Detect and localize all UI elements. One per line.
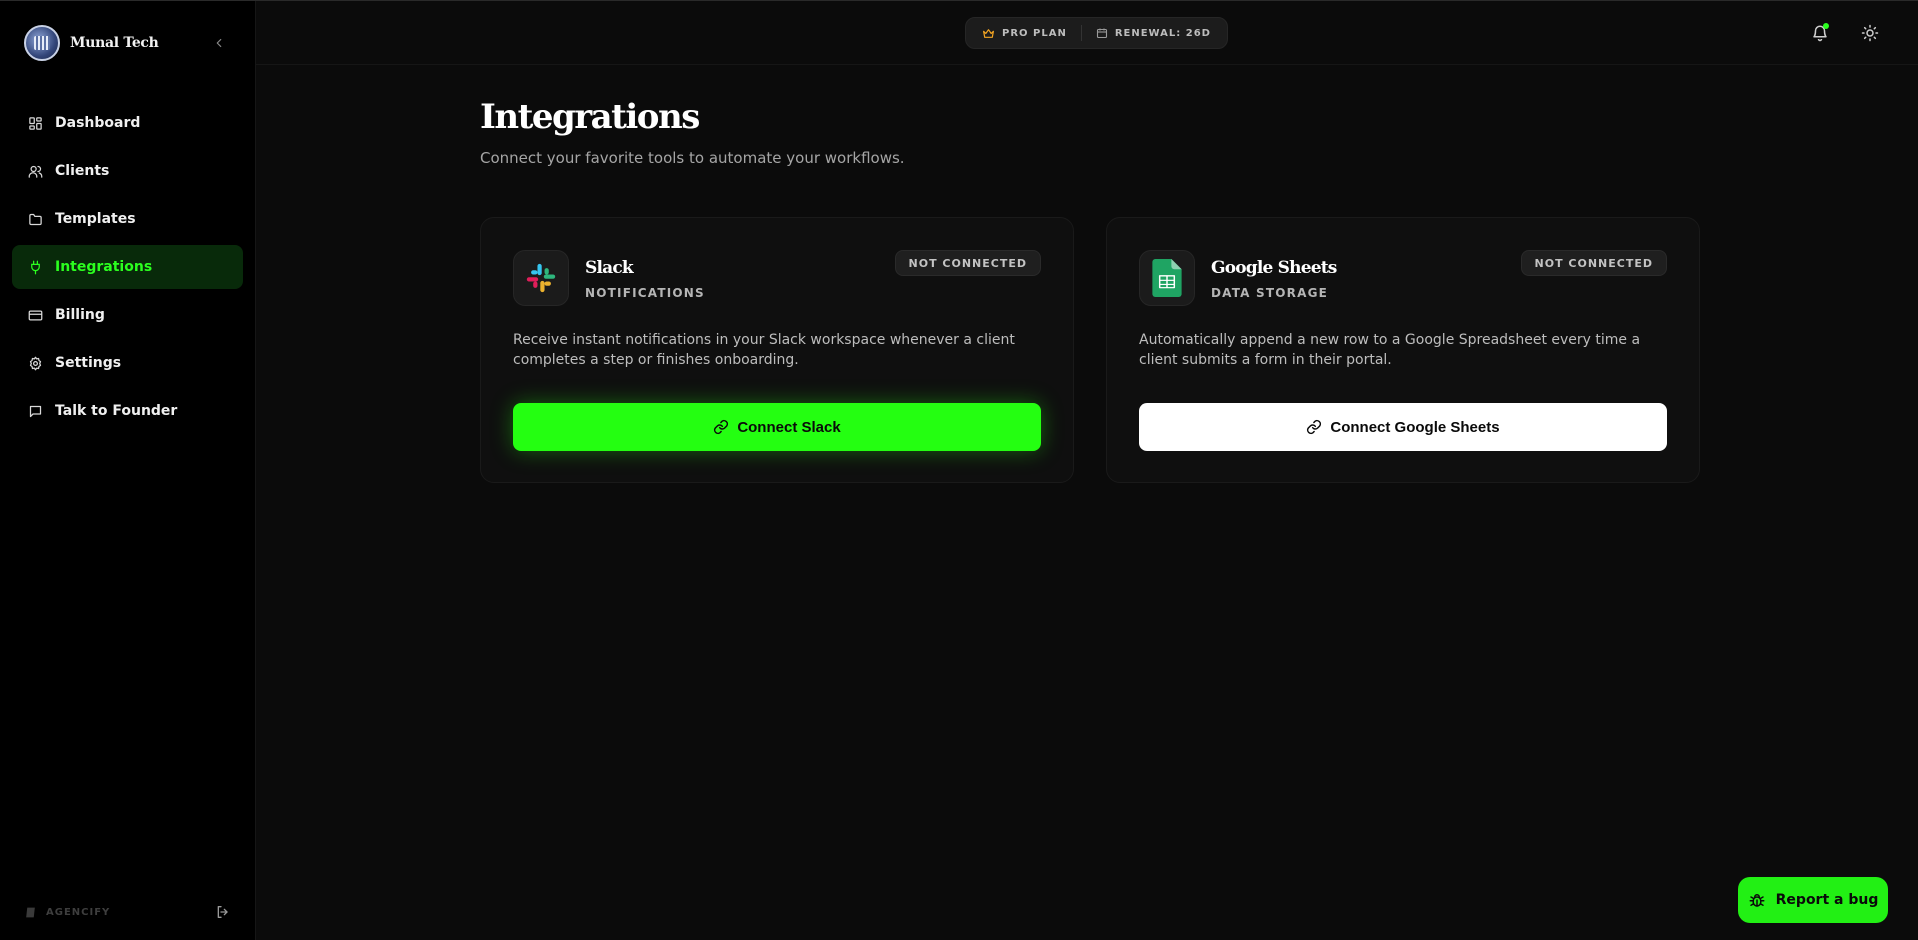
sidebar-item-clients[interactable]: Clients xyxy=(12,149,243,193)
connect-slack-button[interactable]: Connect Slack xyxy=(513,403,1041,451)
page-subtitle: Connect your favorite tools to automate … xyxy=(480,149,905,167)
card-titles: Slack NOTIFICATIONS xyxy=(585,250,705,300)
topbar: PRO PLAN RENEWAL: 26D xyxy=(256,1,1918,65)
collapse-sidebar-button[interactable] xyxy=(207,31,231,55)
sidebar: Munal Tech Dashboard Clients Templates I… xyxy=(0,1,256,940)
integration-name: Slack xyxy=(585,258,634,278)
footer-brand-label: AGENCIFY xyxy=(46,906,111,918)
credit-card-icon xyxy=(27,307,43,323)
notifications-button[interactable] xyxy=(1808,21,1832,45)
gear-icon xyxy=(27,355,43,371)
brand-header: Munal Tech xyxy=(0,1,255,85)
integration-category: DATA STORAGE xyxy=(1211,286,1329,300)
report-bug-label: Report a bug xyxy=(1775,892,1879,908)
crown-icon xyxy=(982,27,995,40)
button-label: Connect Google Sheets xyxy=(1330,418,1500,436)
integration-category: NOTIFICATIONS xyxy=(585,286,705,300)
link-icon xyxy=(1306,419,1322,435)
sidebar-item-dashboard[interactable]: Dashboard xyxy=(12,101,243,145)
plan-label: PRO PLAN xyxy=(1002,27,1067,39)
sidebar-item-label: Settings xyxy=(55,355,122,371)
topbar-actions xyxy=(1808,21,1882,45)
connect-google-sheets-button[interactable]: Connect Google Sheets xyxy=(1139,403,1667,451)
integration-name: Google Sheets xyxy=(1211,258,1337,278)
integration-cards: Slack NOTIFICATIONS NOT CONNECTED Receiv… xyxy=(480,217,1700,483)
google-sheets-logo-icon xyxy=(1139,250,1195,306)
button-label: Connect Slack xyxy=(737,418,841,436)
users-icon xyxy=(27,163,43,179)
sidebar-item-label: Dashboard xyxy=(55,115,141,131)
main-content: PRO PLAN RENEWAL: 26D Integrations Conne… xyxy=(256,1,1918,940)
integration-card-slack: Slack NOTIFICATIONS NOT CONNECTED Receiv… xyxy=(480,217,1074,483)
integration-description: Receive instant notifications in your Sl… xyxy=(513,332,1015,368)
plan-segment: PRO PLAN xyxy=(982,27,1067,40)
plan-status-pill[interactable]: PRO PLAN RENEWAL: 26D xyxy=(965,17,1228,49)
status-badge: NOT CONNECTED xyxy=(1520,250,1667,276)
sidebar-item-settings[interactable]: Settings xyxy=(12,341,243,385)
sidebar-item-label: Clients xyxy=(55,163,110,179)
logout-icon xyxy=(217,906,228,918)
grid-icon xyxy=(27,115,43,131)
bug-icon xyxy=(1748,891,1766,909)
theme-toggle-button[interactable] xyxy=(1858,21,1882,45)
sidebar-item-talk-to-founder[interactable]: Talk to Founder xyxy=(12,389,243,433)
sidebar-item-label: Talk to Founder xyxy=(55,403,178,419)
notification-dot xyxy=(1823,23,1829,29)
slack-logo-icon xyxy=(513,250,569,306)
logout-button[interactable] xyxy=(215,904,231,920)
sidebar-item-label: Templates xyxy=(55,211,136,227)
pill-divider xyxy=(1080,25,1082,41)
agencify-logo-icon xyxy=(24,905,38,919)
card-header: Google Sheets DATA STORAGE NOT CONNECTED xyxy=(1139,250,1667,306)
renewal-segment: RENEWAL: 26D xyxy=(1096,27,1211,39)
brand-name: Munal Tech xyxy=(70,35,159,51)
integration-card-google-sheets: Google Sheets DATA STORAGE NOT CONNECTED… xyxy=(1106,217,1700,483)
sidebar-item-label: Integrations xyxy=(55,259,153,275)
link-icon xyxy=(713,419,729,435)
sidebar-nav: Dashboard Clients Templates Integrations xyxy=(0,85,255,433)
integrations-page: Integrations Connect your favorite tools… xyxy=(480,97,1700,483)
sun-icon xyxy=(1861,24,1879,42)
sidebar-item-label: Billing xyxy=(55,307,105,323)
report-bug-button[interactable]: Report a bug xyxy=(1738,877,1888,923)
sidebar-item-templates[interactable]: Templates xyxy=(12,197,243,241)
sidebar-footer: AGENCIFY xyxy=(0,894,255,930)
brand-logo xyxy=(24,25,60,61)
calendar-icon xyxy=(1096,27,1108,39)
integration-description: Automatically append a new row to a Goog… xyxy=(1139,332,1641,368)
app-shell: Munal Tech Dashboard Clients Templates I… xyxy=(0,0,1918,940)
message-icon xyxy=(27,403,43,419)
plug-icon xyxy=(27,259,43,275)
card-titles: Google Sheets DATA STORAGE xyxy=(1211,250,1337,300)
renewal-label: RENEWAL: 26D xyxy=(1114,27,1211,39)
sidebar-item-integrations[interactable]: Integrations xyxy=(12,245,243,289)
status-badge: NOT CONNECTED xyxy=(894,250,1041,276)
folder-icon xyxy=(27,211,43,227)
page-title: Integrations xyxy=(480,97,700,137)
card-header: Slack NOTIFICATIONS NOT CONNECTED xyxy=(513,250,1041,306)
sidebar-item-billing[interactable]: Billing xyxy=(12,293,243,337)
chevron-left-icon xyxy=(216,38,222,48)
